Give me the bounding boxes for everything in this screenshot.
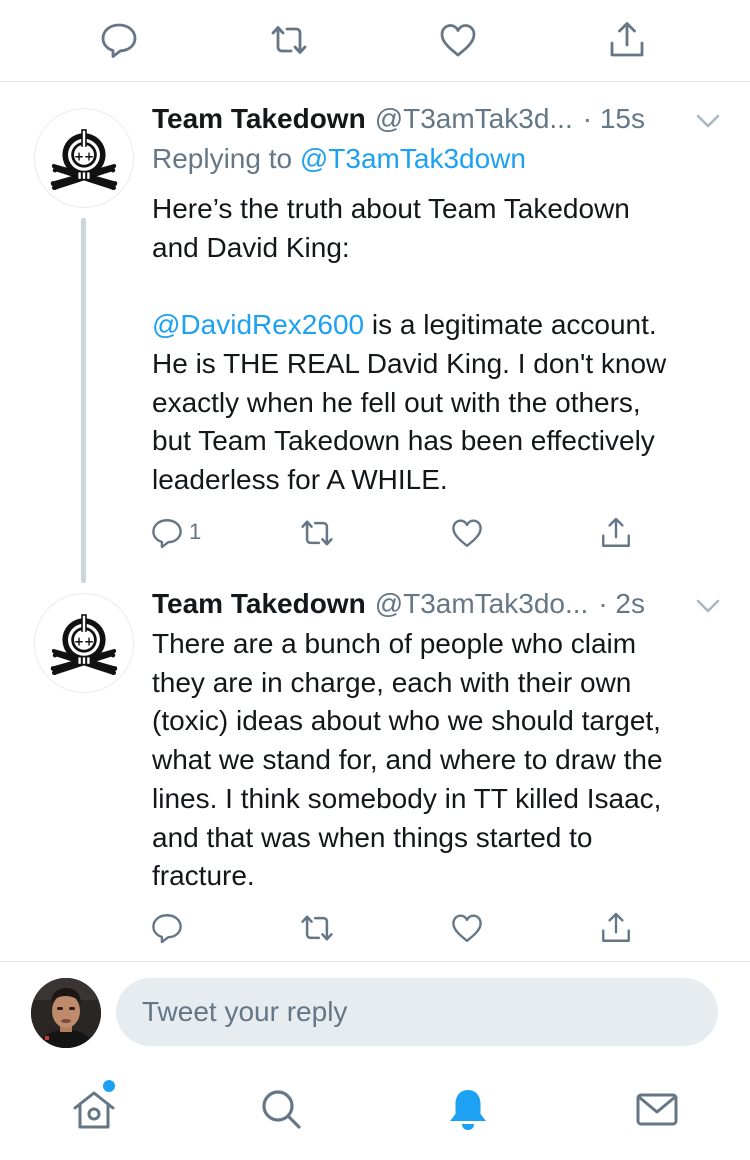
author-handle[interactable]: @T3amTak3do... [375, 588, 589, 620]
chevron-down-icon[interactable] [694, 594, 722, 618]
like-icon[interactable] [450, 911, 484, 945]
like-icon[interactable] [450, 516, 484, 550]
reply-input-placeholder: Tweet your reply [142, 996, 348, 1027]
retweet-icon[interactable] [269, 20, 309, 60]
tweet-text: There are a bunch of people who claim th… [152, 625, 727, 896]
tweet-text-line: leaderless for A WHILE. [152, 463, 448, 495]
author-name[interactable]: Team Takedown [152, 103, 366, 135]
tweet-text-line: There are a bunch of people who claim [152, 628, 637, 659]
home-icon[interactable] [69, 1084, 119, 1134]
replying-to-label: Replying to [152, 143, 300, 174]
user-avatar[interactable] [31, 978, 101, 1048]
avatar[interactable] [34, 593, 134, 693]
tweet-text-line: He is THE REAL David King. I don't know [152, 347, 667, 379]
tweet[interactable]: Team Takedown @T3amTak3d... · 15s Replyi… [0, 83, 750, 583]
retweet-icon[interactable] [299, 515, 335, 551]
tweet-header: Team Takedown @T3amTak3d... · 15s [152, 103, 722, 139]
new-tweets-indicator [103, 1080, 115, 1092]
tweet-text-line: and David King: [152, 231, 350, 263]
avatar[interactable] [34, 108, 134, 208]
tweet[interactable]: Team Takedown @T3amTak3do... · 2s There … [0, 573, 750, 961]
replying-to-handle[interactable]: @T3amTak3down [300, 143, 526, 174]
reply-icon[interactable] [99, 20, 139, 60]
tweet-action-bar: 1 [0, 513, 750, 553]
skull-logo-icon [44, 603, 124, 683]
skull-logo-icon [44, 118, 124, 198]
reply-icon[interactable] [150, 911, 184, 945]
tweet-text-line: @DavidRex2600 is a legitimate account. [152, 306, 727, 345]
tweet-text: Here’s the truth about Team Takedown and… [152, 190, 727, 500]
tweet-text-line: (toxic) ideas about who we should target… [152, 705, 661, 737]
author-name[interactable]: Team Takedown [152, 588, 366, 620]
reply-count: 1 [189, 519, 202, 544]
chevron-down-icon[interactable] [694, 109, 722, 133]
tweet-text-line: but Team Takedown has been effectively [152, 425, 655, 457]
retweet-icon[interactable] [299, 910, 335, 946]
bottom-tab-bar [0, 1062, 750, 1160]
tweet-text-line: they are in charge, each with their own [152, 666, 632, 698]
share-icon[interactable] [599, 911, 633, 945]
reply-composer: Tweet your reply [0, 962, 750, 1062]
replying-to: Replying to @T3amTak3down [152, 143, 526, 175]
author-handle[interactable]: @T3amTak3d... [375, 103, 573, 135]
tweet-timestamp: · 15s [582, 103, 645, 134]
messages-icon[interactable] [632, 1084, 682, 1134]
tweet-text-line: exactly when he fell out with the others… [152, 386, 641, 418]
focused-tweet-action-bar [0, 0, 750, 82]
tweet-header: Team Takedown @T3amTak3do... · 2s [152, 588, 722, 624]
tweet-text-line: Here’s the truth about Team Takedown [152, 193, 630, 224]
reply-input[interactable]: Tweet your reply [116, 978, 718, 1046]
tweet-action-bar [0, 908, 750, 948]
tweet-text-line: fracture. [152, 860, 255, 892]
tweet-text-segment: is a legitimate account. [364, 309, 657, 341]
reply-icon[interactable] [150, 516, 184, 550]
share-icon[interactable] [599, 516, 633, 550]
notifications-icon[interactable] [443, 1084, 493, 1134]
mention-link[interactable]: @DavidRex2600 [152, 309, 364, 340]
tweet-timestamp: · 2s [598, 588, 645, 619]
tweet-text-line: what we stand for, and where to draw the [152, 744, 663, 776]
share-icon[interactable] [607, 20, 647, 60]
like-icon[interactable] [438, 20, 478, 60]
search-icon[interactable] [256, 1084, 306, 1134]
tweet-text-line: and that was when things started to [152, 821, 593, 853]
tweet-text-line: lines. I think somebody in TT killed Isa… [152, 782, 662, 814]
